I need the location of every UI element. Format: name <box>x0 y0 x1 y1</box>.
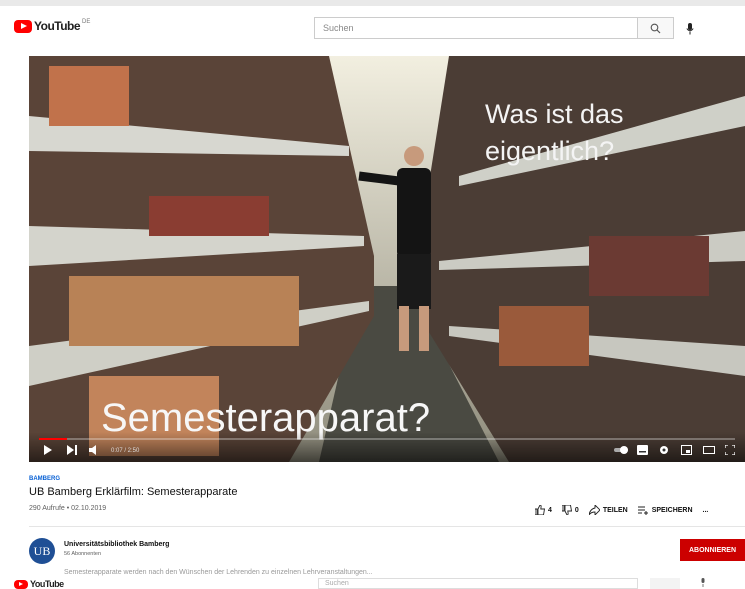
country-code: DE <box>82 19 91 25</box>
top-bar: YouTube DE Suchen <box>0 0 745 44</box>
ghost-youtube-logo[interactable]: YouTube <box>14 579 64 589</box>
theater-mode-icon[interactable] <box>703 445 715 455</box>
video-actions: 4 0 TEILEN SPEICHERN ... <box>535 505 718 515</box>
time-display: 0:07 / 2:50 <box>111 448 140 454</box>
youtube-logo[interactable]: YouTube DE <box>14 19 90 33</box>
add-to-playlist-icon <box>637 506 648 515</box>
logo-text: YouTube <box>34 19 81 33</box>
share-icon <box>588 505 600 515</box>
miniplayer-icon[interactable] <box>681 445 692 455</box>
views-and-date: 290 Aufrufe • 02.10.2019 <box>29 505 107 512</box>
ghost-microphone-icon[interactable] <box>700 578 706 587</box>
search-input[interactable]: Suchen <box>314 17 638 39</box>
video-player[interactable]: Was ist das eigentlich? Semesterapparat?… <box>29 56 745 462</box>
play-logo-icon <box>14 19 32 33</box>
subscriber-count: 56 Abonnenten <box>64 551 102 557</box>
dislike-count: 0 <box>574 506 579 514</box>
video-title: UB Bamberg Erklärfilm: Semesterapparate <box>29 486 238 498</box>
volume-icon[interactable] <box>89 445 99 455</box>
autoplay-toggle-icon[interactable] <box>614 445 628 455</box>
like-count: 4 <box>548 506 552 514</box>
ghost-logo-text: YouTube <box>30 579 64 589</box>
share-button[interactable]: TEILEN <box>588 505 628 515</box>
more-label: ... <box>702 506 709 514</box>
settings-gear-icon[interactable] <box>659 445 669 455</box>
save-button[interactable]: SPEICHERN <box>637 505 693 515</box>
video-category-link[interactable]: BAMBERG <box>29 476 60 482</box>
ghost-search-input[interactable]: Suchen <box>318 578 638 589</box>
channel-name[interactable]: Universitätsbibliothek Bamberg <box>64 541 169 548</box>
subtitles-icon[interactable] <box>637 445 648 455</box>
search-button[interactable] <box>638 17 674 39</box>
more-actions-button[interactable]: ... <box>703 507 709 514</box>
microphone-icon[interactable] <box>686 23 694 35</box>
video-description: Semesterapparate werden nach den Wünsche… <box>64 569 373 576</box>
progress-fill <box>39 438 67 440</box>
play-icon[interactable] <box>43 445 53 455</box>
video-overlay-question: Was ist das eigentlich? <box>485 99 624 166</box>
ghost-play-logo-icon <box>14 579 28 589</box>
ghost-search-button[interactable] <box>650 578 680 589</box>
progress-bar[interactable] <box>39 438 735 440</box>
subscribe-button[interactable]: ABONNIEREN <box>680 539 745 561</box>
player-controls: 0:07 / 2:50 <box>29 432 745 462</box>
channel-avatar[interactable]: UB <box>29 538 55 564</box>
thumbs-up-icon <box>535 505 545 515</box>
thumbs-down-icon <box>561 505 572 515</box>
save-label: SPEICHERN <box>651 506 693 514</box>
dislike-button[interactable]: 0 <box>561 505 579 515</box>
share-label: TEILEN <box>602 506 628 514</box>
search-icon <box>650 23 661 34</box>
divider <box>29 526 745 527</box>
fullscreen-icon[interactable] <box>725 445 735 455</box>
like-button[interactable]: 4 <box>535 505 552 515</box>
next-icon[interactable] <box>67 445 77 455</box>
ghost-top-bar: YouTube Suchen <box>0 576 745 589</box>
